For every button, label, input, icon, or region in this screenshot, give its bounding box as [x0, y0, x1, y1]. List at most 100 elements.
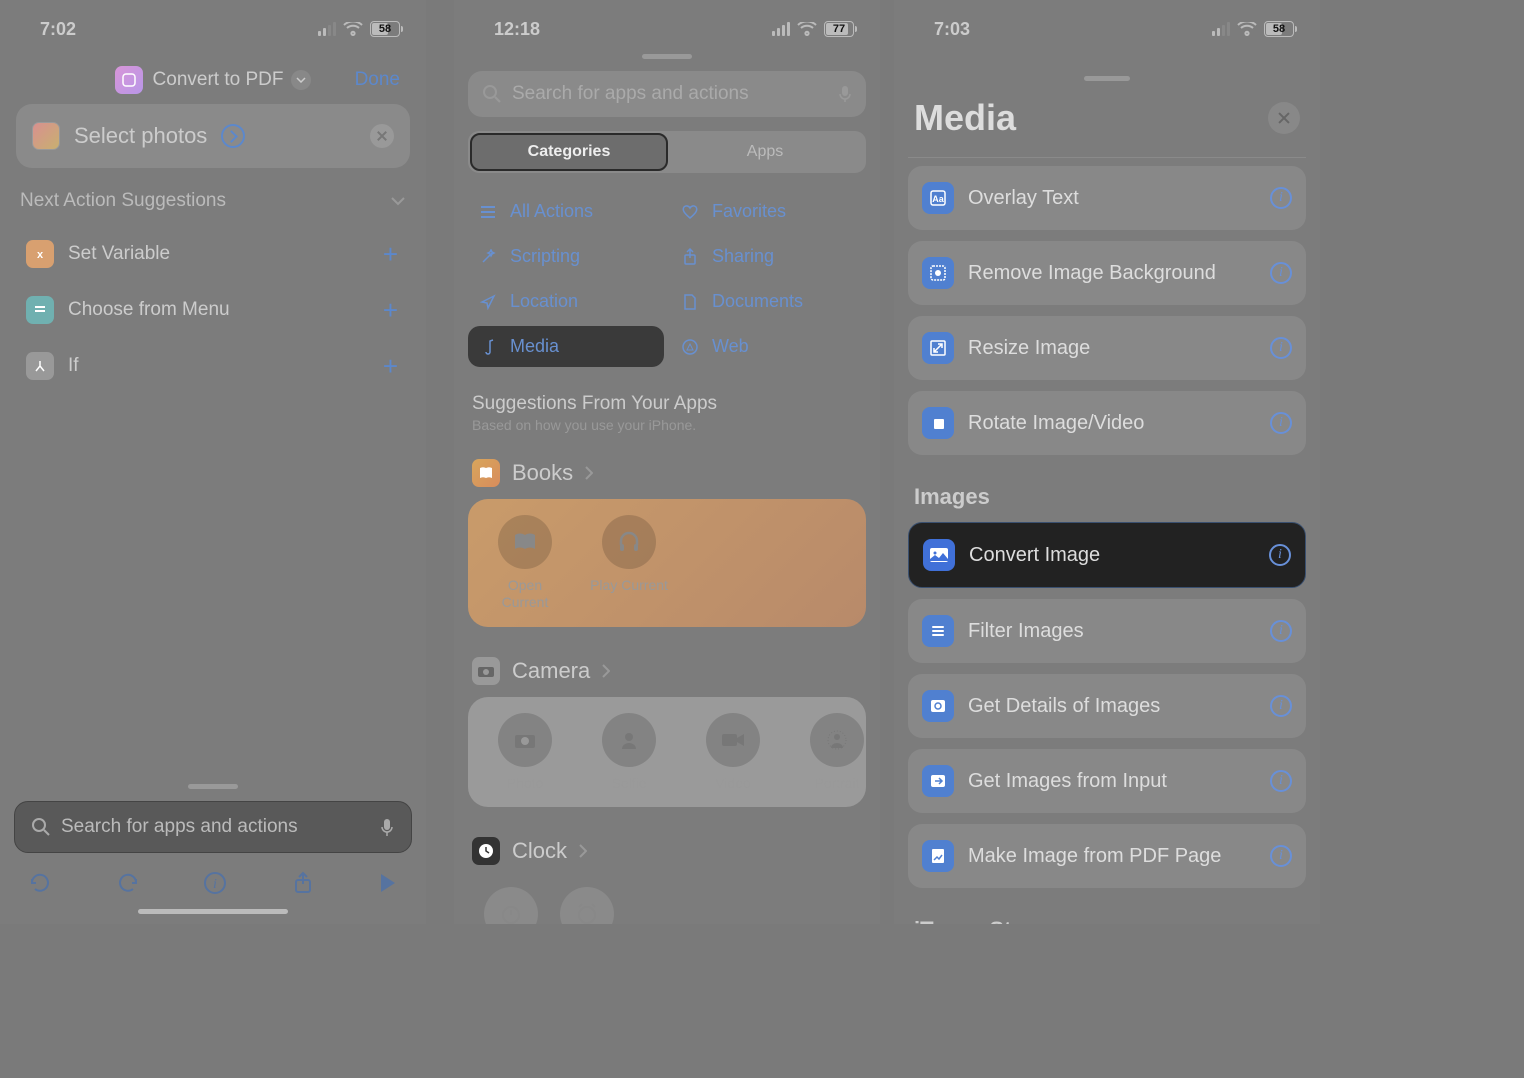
suggestions-header[interactable]: Next Action Suggestions — [16, 190, 410, 226]
share-button[interactable] — [291, 871, 315, 895]
info-button[interactable]: i — [1270, 187, 1292, 209]
suggestion-set-variable[interactable]: x Set Variable + — [16, 226, 410, 282]
action-rotate-image[interactable]: Rotate Image/Video i — [908, 391, 1306, 455]
category-all-actions[interactable]: All Actions — [468, 191, 664, 232]
search-placeholder: Search for apps and actions — [61, 816, 369, 838]
categories-grid: All Actions Favorites Scripting Sharing … — [454, 191, 880, 383]
clock-card — [468, 877, 866, 924]
info-button[interactable]: i — [1270, 412, 1292, 434]
camera-photo[interactable]: Photo — [484, 713, 566, 792]
timer-icon[interactable] — [484, 887, 538, 924]
category-media[interactable]: Media — [468, 326, 664, 367]
info-button[interactable]: i — [1270, 620, 1292, 642]
action-label: Rotate Image/Video — [968, 412, 1144, 435]
info-button[interactable]: i — [1270, 695, 1292, 717]
info-button[interactable]: i — [1270, 845, 1292, 867]
action-select-photos[interactable]: Select photos — [16, 104, 410, 168]
video-icon — [706, 713, 760, 767]
action-convert-image[interactable]: Convert Image i — [908, 522, 1306, 588]
add-icon[interactable]: + — [383, 351, 398, 382]
alarm-icon[interactable] — [560, 887, 614, 924]
remove-bg-icon — [922, 257, 954, 289]
chevron-right-icon — [579, 844, 587, 858]
action-resize-image[interactable]: Resize Image i — [908, 316, 1306, 380]
section-itunes-title: iTunes Store — [908, 899, 1306, 924]
sheet-handle[interactable] — [642, 54, 692, 59]
play-button[interactable] — [378, 871, 398, 895]
suggestion-if[interactable]: If + — [16, 338, 410, 394]
redo-button[interactable] — [116, 871, 140, 895]
wifi-icon — [797, 22, 817, 36]
search-bar[interactable]: Search for apps and actions — [468, 71, 866, 117]
tile-label: Play Current — [590, 577, 668, 594]
status-icons: 58 — [1212, 21, 1294, 37]
add-icon[interactable]: + — [383, 239, 398, 270]
camera-app-icon — [472, 657, 500, 685]
camera-card: Photo Selfie Video Portrait — [468, 697, 866, 808]
books-section-header[interactable]: Books — [454, 447, 880, 499]
mic-icon[interactable] — [379, 817, 395, 837]
chevron-down-icon — [390, 196, 406, 206]
category-sharing[interactable]: Sharing — [670, 236, 866, 277]
action-remove-background[interactable]: Remove Image Background i — [908, 241, 1306, 305]
category-location[interactable]: Location — [468, 281, 664, 322]
segment-apps[interactable]: Apps — [667, 134, 863, 170]
add-icon[interactable]: + — [383, 295, 398, 326]
info-button[interactable]: i — [1270, 262, 1292, 284]
close-button[interactable] — [1268, 102, 1300, 134]
camera-section-header[interactable]: Camera — [454, 645, 880, 697]
category-label: Favorites — [712, 201, 786, 222]
status-bar: 7:03 58 — [894, 0, 1320, 48]
arrow-right-icon[interactable] — [221, 124, 245, 148]
clock: 7:03 — [934, 19, 970, 40]
camera-icon — [498, 713, 552, 767]
sheet-handle[interactable] — [188, 784, 238, 789]
segment-categories[interactable]: Categories — [471, 134, 667, 170]
chevron-down-icon[interactable] — [291, 70, 311, 90]
segment-control[interactable]: Categories Apps — [468, 131, 866, 173]
home-indicator[interactable] — [138, 909, 288, 914]
action-get-details[interactable]: Get Details of Images i — [908, 674, 1306, 738]
category-scripting[interactable]: Scripting — [468, 236, 664, 277]
books-open-current[interactable]: Open Current — [484, 515, 566, 611]
category-documents[interactable]: Documents — [670, 281, 866, 322]
phone-media-actions: 7:03 58 Media Aa Overlay Text i Remove I… — [894, 0, 1320, 924]
undo-button[interactable] — [28, 871, 52, 895]
shortcut-title[interactable]: Convert to PDF — [153, 69, 284, 91]
sheet-handle[interactable] — [1084, 76, 1130, 81]
info-button[interactable]: i — [1270, 337, 1292, 359]
cellular-icon — [772, 22, 790, 36]
info-button[interactable]: i — [1270, 770, 1292, 792]
shortcut-icon — [115, 66, 143, 94]
camera-portrait[interactable]: Portrait — [796, 713, 878, 792]
shortcut-header: Convert to PDF Done — [0, 48, 426, 104]
wifi-icon — [1237, 22, 1257, 36]
svg-text:x: x — [37, 249, 44, 261]
info-button[interactable]: i — [1269, 544, 1291, 566]
chevron-right-icon — [585, 466, 593, 480]
books-play-current[interactable]: Play Current — [588, 515, 670, 611]
action-make-from-pdf[interactable]: Make Image from PDF Page i — [908, 824, 1306, 888]
action-overlay-text[interactable]: Aa Overlay Text i — [908, 166, 1306, 230]
action-label: Filter Images — [968, 620, 1084, 643]
books-app-icon — [472, 459, 500, 487]
clock-section-header[interactable]: Clock — [454, 825, 880, 877]
info-button[interactable]: i — [203, 871, 227, 895]
category-favorites[interactable]: Favorites — [670, 191, 866, 232]
category-label: Media — [510, 336, 559, 357]
suggestion-choose-menu[interactable]: Choose from Menu + — [16, 282, 410, 338]
action-filter-images[interactable]: Filter Images i — [908, 599, 1306, 663]
camera-video[interactable]: Video — [692, 713, 774, 792]
search-bar[interactable]: Search for apps and actions — [14, 801, 412, 853]
action-get-from-input[interactable]: Get Images from Input i — [908, 749, 1306, 813]
camera-selfie[interactable]: Selfie — [588, 713, 670, 792]
filter-icon — [922, 615, 954, 647]
clock-title: Clock — [512, 838, 567, 864]
done-button[interactable]: Done — [355, 69, 400, 91]
remove-action-button[interactable] — [370, 124, 394, 148]
wifi-icon — [343, 22, 363, 36]
mic-icon[interactable] — [838, 85, 852, 103]
tile-label: Photo — [507, 775, 544, 792]
suggestions-title: Next Action Suggestions — [20, 190, 226, 212]
category-web[interactable]: Web — [670, 326, 866, 367]
